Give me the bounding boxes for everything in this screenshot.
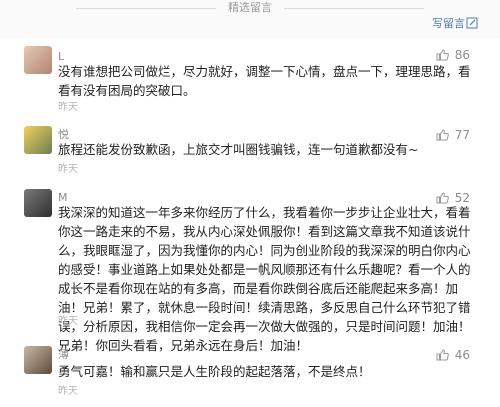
comment-time: 昨天: [58, 164, 78, 175]
avatar[interactable]: [24, 346, 52, 374]
comment-time: 昨天: [58, 386, 78, 397]
comment-time: 昨天: [58, 316, 78, 327]
comment-nickname[interactable]: 薄: [58, 348, 69, 362]
like-button[interactable]: 86: [436, 48, 470, 62]
write-comment-link[interactable]: 写留言: [432, 17, 465, 31]
comment-text: 我深深的知道这一年多来你经历了什么，我看着你一步步让企业壮大，看着你这一路走来的…: [58, 205, 471, 353]
comment-text: 勇气可嘉！输和赢只是人生阶段的起起落落，不是终点！: [58, 364, 371, 379]
avatar[interactable]: [24, 46, 52, 74]
section-title-row: 精选留言: [0, 0, 500, 16]
divider-right: [284, 7, 424, 9]
comment-text: 没有谁想把公司做烂，尽力就好，调整一下心情，盘点一下，理理思路，看看有没有困局的…: [58, 64, 471, 98]
avatar[interactable]: [24, 189, 52, 217]
like-count: 46: [454, 348, 470, 362]
avatar[interactable]: [24, 126, 52, 154]
like-count: 86: [454, 48, 470, 62]
thumbs-up-icon: [436, 349, 449, 361]
thumbs-up-icon: [436, 49, 449, 61]
divider-left: [76, 7, 216, 9]
section-title: 精选留言: [228, 1, 272, 14]
like-button[interactable]: 46: [436, 348, 470, 362]
comment-text: 旅程还能发份致歉函，上旅交才叫圈钱骗钱，连一句道歉都没有~: [58, 142, 419, 157]
comments-header: 精选留言 写留言: [0, 0, 500, 38]
pencil-icon[interactable]: [466, 17, 478, 29]
comment-time: 昨天: [58, 102, 78, 113]
